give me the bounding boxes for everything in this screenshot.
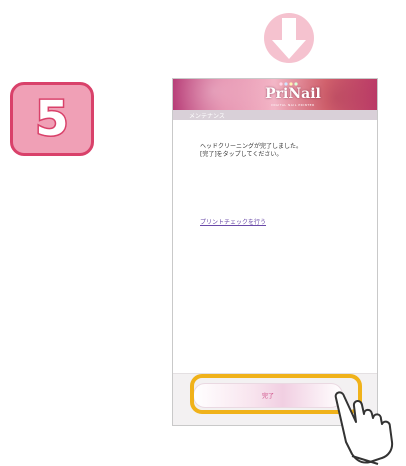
down-arrow-icon [264, 13, 314, 63]
completion-message: ヘッドクリーニングが完了しました。 [完了]をタップしてください。 [200, 143, 302, 159]
app-logo: PriNail [265, 86, 321, 102]
message-line-2: [完了]をタップしてください。 [200, 151, 283, 158]
section-bar: メンテナンス [173, 110, 377, 120]
app-header: PriNail DIGITAL NAIL PRINTER [173, 79, 377, 110]
pointing-hand-icon [334, 391, 394, 465]
message-line-1: ヘッドクリーニングが完了しました。 [200, 143, 303, 150]
print-check-link[interactable]: プリントチェックを行う [200, 217, 266, 226]
section-title: メンテナンス [189, 113, 225, 120]
step-number: 5 [34, 91, 70, 147]
step-number-badge: 5 [10, 82, 94, 156]
app-logo-subtitle: DIGITAL NAIL PRINTER [271, 103, 315, 107]
